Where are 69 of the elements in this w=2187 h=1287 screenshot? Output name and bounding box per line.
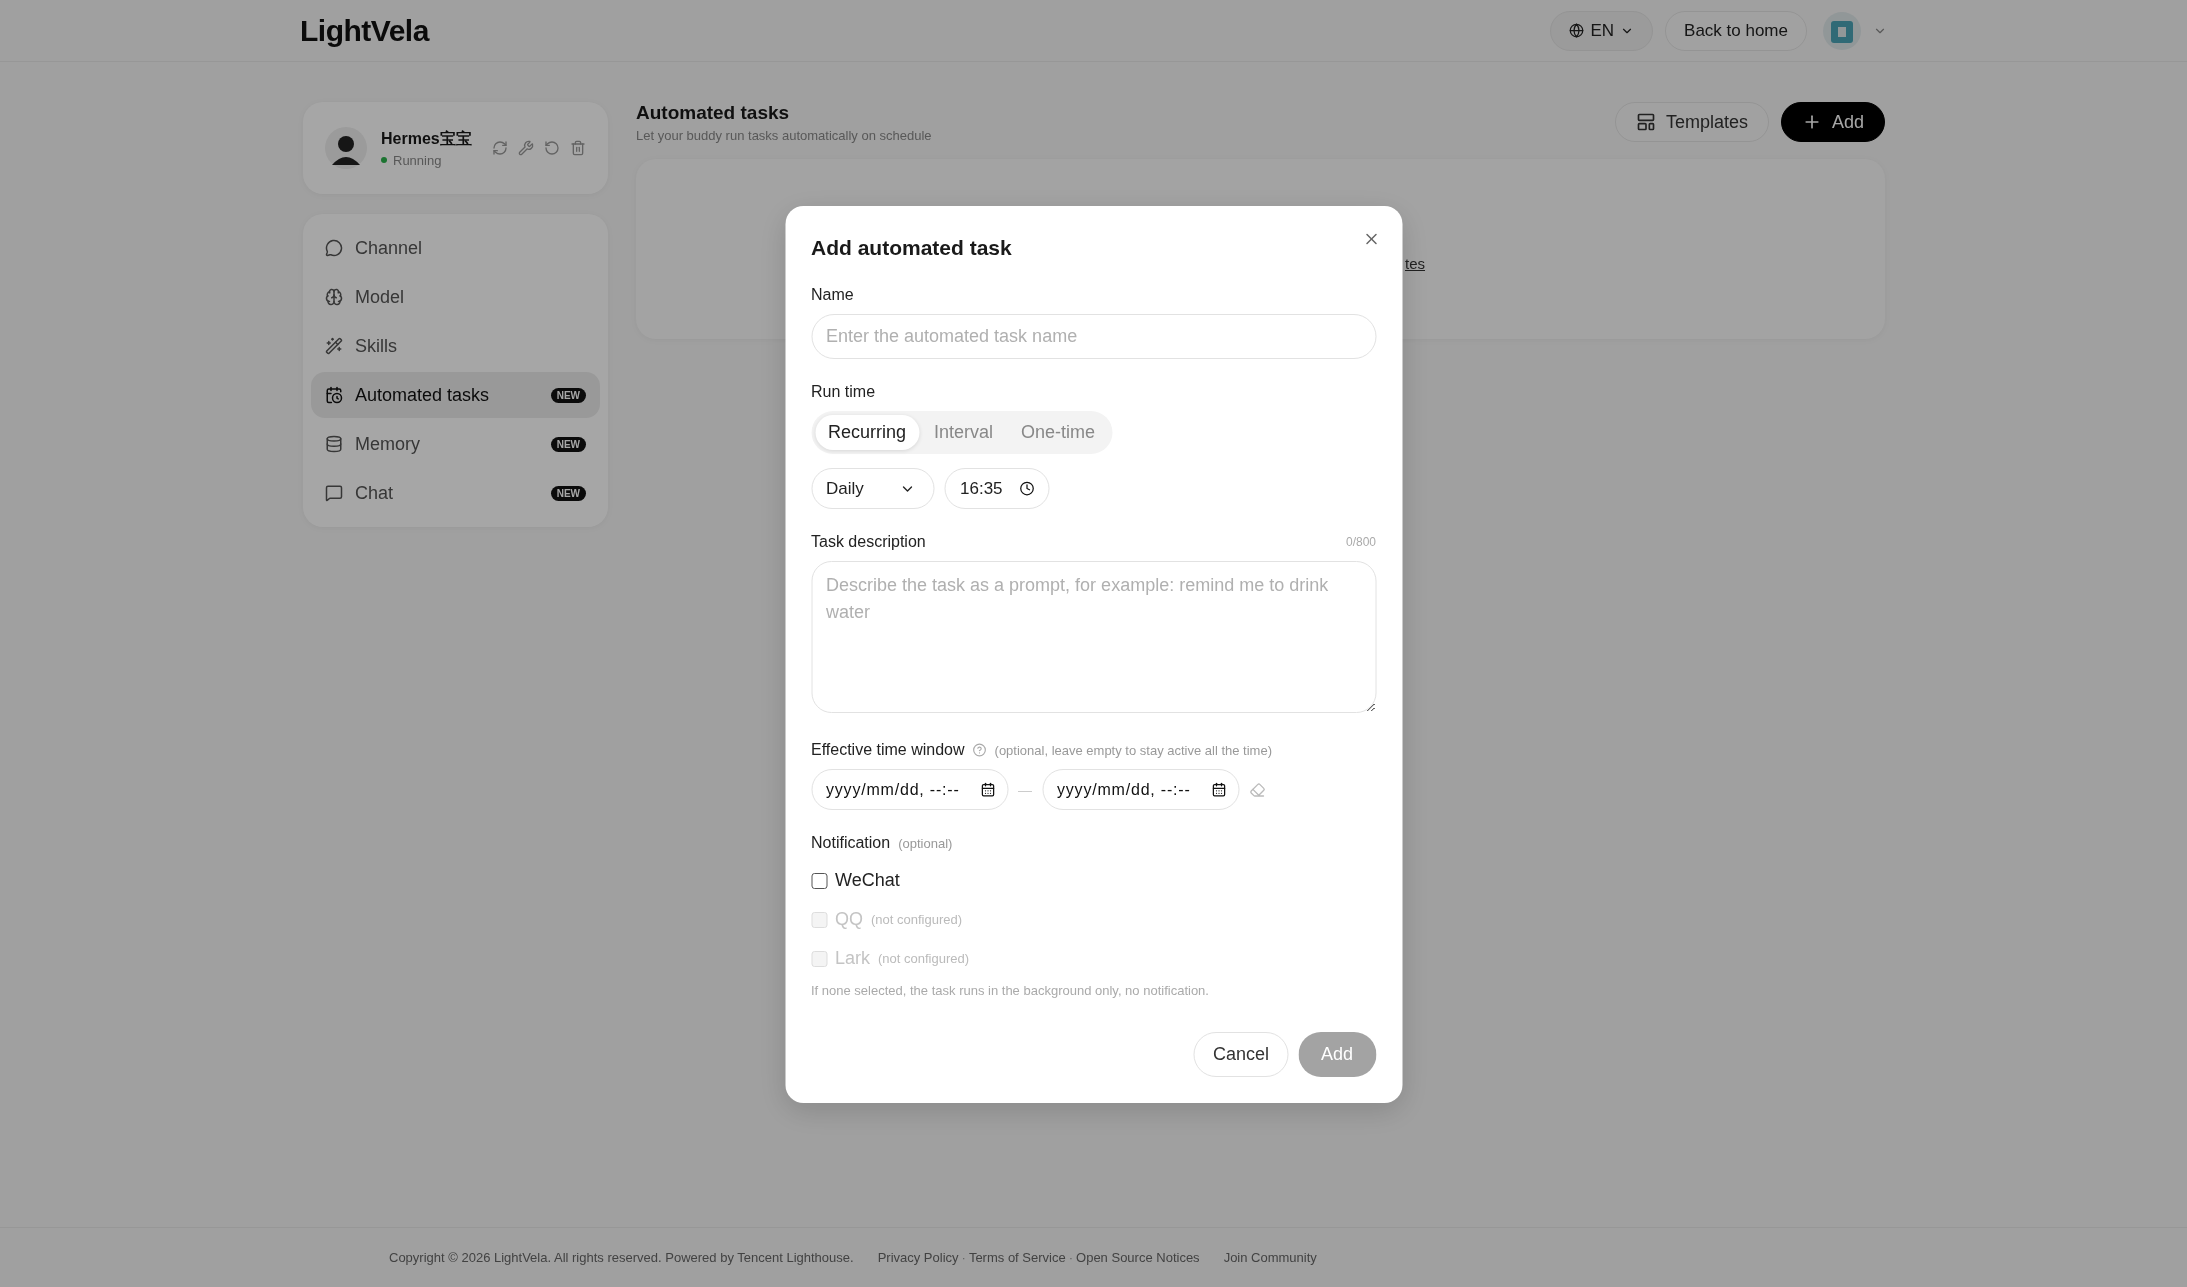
profile-name: Hermes宝宝 — [381, 128, 472, 149]
page-subtitle: Let your buddy run tasks automatically on schedule — [636, 128, 932, 143]
sidebar-item[interactable]: Chat NEW — [311, 470, 600, 516]
globe-icon — [1569, 23, 1585, 38]
description-input[interactable]: Describe the task as a prompt, for example: remind me to drink water — [811, 561, 1376, 713]
calendar-icon — [980, 782, 995, 797]
clock-icon — [1019, 481, 1034, 496]
separator: · — [1067, 1250, 1075, 1265]
checkbox[interactable] — [811, 872, 827, 889]
nav-icon — [325, 337, 343, 355]
hint-text: (optional, leave empty to stay active all the time) — [994, 742, 1272, 758]
avatar-icon[interactable] — [1823, 11, 1861, 50]
checkbox-label: Lark — [835, 948, 870, 969]
name-input[interactable]: Enter the automated task name — [811, 314, 1376, 359]
status-text: Running — [393, 152, 442, 168]
hint-text: (optional) — [898, 835, 953, 851]
nav-icon — [325, 288, 343, 306]
footer-link[interactable]: Open Source Notices — [1076, 1250, 1200, 1265]
sidebar-item[interactable]: Channel — [311, 225, 600, 271]
help-icon[interactable] — [972, 743, 987, 757]
new-badge: NEW — [550, 485, 586, 501]
templates-link[interactable]: tes — [1405, 255, 1425, 272]
new-badge: NEW — [550, 436, 586, 452]
avatar-icon — [325, 127, 367, 169]
sidebar-item[interactable]: Model — [311, 274, 600, 320]
sidebar-item[interactable]: Memory NEW — [311, 421, 600, 467]
footer-link[interactable]: Privacy Policy — [877, 1250, 959, 1265]
field-label: Run time — [811, 383, 876, 401]
copyright-text: Copyright © 2026 LightVela. All rights reserved. Powered by Tencent Lighthouse. — [389, 1250, 854, 1265]
note-text: (not configured) — [878, 951, 970, 966]
nav-icon — [325, 484, 343, 502]
wrench-icon[interactable] — [518, 140, 534, 156]
page-title: Automated tasks — [636, 102, 791, 124]
note-text: (not configured) — [871, 912, 963, 927]
checkbox-label: QQ — [835, 909, 863, 930]
checkbox-label: WeChat — [835, 870, 900, 891]
add-button[interactable]: Add — [1780, 102, 1885, 142]
separator: · — [960, 1250, 967, 1265]
footnote-text: If none selected, the task runs in the background only, no notification. — [811, 983, 1210, 998]
field-label: Effective time window — [811, 741, 965, 759]
language-selector[interactable]: EN — [1550, 10, 1654, 51]
footer-link[interactable]: Terms of Service — [968, 1250, 1066, 1265]
nav-icon — [325, 435, 343, 453]
separator: — — [1018, 781, 1032, 798]
back-to-home-button[interactable]: Back to home — [1665, 10, 1807, 51]
character-counter: 0/800 — [1345, 535, 1376, 549]
field-label: Name — [811, 286, 854, 304]
nav-icon — [325, 386, 343, 404]
join-community-link[interactable]: Join Community — [1223, 1250, 1317, 1265]
sidebar-item[interactable]: Automated tasks NEW — [311, 372, 600, 418]
sidebar-item[interactable]: Skills — [311, 323, 600, 369]
cancel-button[interactable]: Cancel — [1193, 1032, 1288, 1077]
mode-tab[interactable]: One-time — [1008, 415, 1109, 450]
undo-icon[interactable] — [544, 140, 560, 156]
dialog-title: Add automated task — [811, 236, 1012, 260]
eraser-icon[interactable] — [1249, 781, 1265, 798]
trash-icon[interactable] — [570, 140, 586, 156]
new-badge: NEW — [550, 387, 586, 403]
refresh-icon[interactable] — [492, 140, 508, 156]
templates-button[interactable]: Templates — [1614, 102, 1769, 142]
frequency-select[interactable]: Daily — [811, 468, 934, 509]
field-label: Notification — [811, 834, 891, 852]
layout-icon — [1635, 112, 1656, 132]
nav-icon — [325, 239, 343, 257]
field-label: Task description — [811, 533, 926, 551]
mode-tab[interactable]: Interval — [921, 415, 1007, 450]
mode-tab[interactable]: Recurring — [815, 415, 920, 450]
calendar-icon — [1211, 782, 1226, 797]
logo[interactable]: LightVela — [300, 13, 429, 48]
